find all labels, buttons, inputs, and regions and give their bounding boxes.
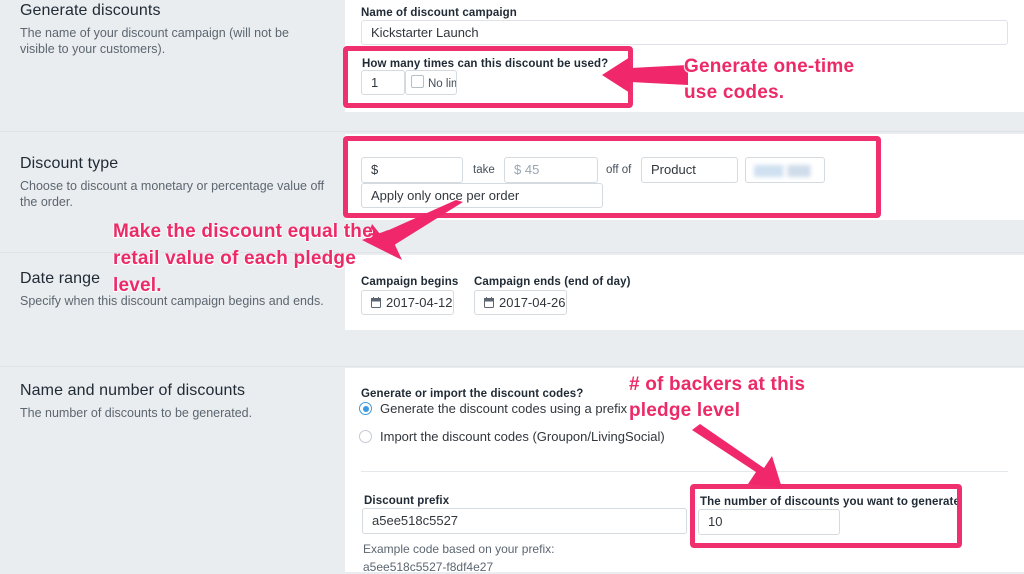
section-title: Date range (20, 270, 101, 287)
divider-3 (0, 366, 1024, 367)
radio-generate-codes[interactable] (359, 402, 372, 415)
discount-prefix-input[interactable]: a5ee518c5527 (362, 508, 687, 534)
section-header-discount-type: Discount type Choose to discount a monet… (20, 155, 350, 210)
campaign-ends-input[interactable]: 2017-04-26 (474, 290, 567, 315)
section-header-date-range: Date range Specify when this discount ca… (20, 270, 350, 309)
section-header-generate-discounts: Generate discounts The name of your disc… (20, 2, 330, 57)
campaign-begins-value: 2017-04-12 (386, 295, 453, 310)
annotation-one-time-codes: Generate one-time use codes. (684, 56, 855, 103)
section-description: The number of discounts to be generated. (20, 406, 253, 420)
campaign-begins-label-text: Campaign begins (361, 276, 459, 288)
highlight-box-usage-limit (343, 46, 633, 108)
section-title: Generate discounts (20, 2, 161, 19)
campaign-name-input[interactable]: Kickstarter Launch (361, 20, 1008, 45)
divider-codes (361, 471, 1008, 472)
screenshot-root: Generate discounts The name of your disc… (0, 0, 1024, 574)
section-title: Name and number of discounts (20, 382, 246, 399)
campaign-ends-value: 2017-04-26 (499, 295, 566, 310)
discount-prefix-label-text: Discount prefix (364, 495, 450, 507)
campaign-begins-label: Campaign begins (361, 273, 458, 288)
codes-question-label: Generate or import the discount codes? (361, 385, 583, 400)
campaign-ends-label: Campaign ends (end of day) (474, 273, 631, 288)
example-code-label: Example code based on your prefix: (363, 542, 555, 556)
annotation-backers-count: # of backers at this pledge level (629, 374, 806, 421)
section-header-name-and-number: Name and number of discounts The number … (20, 382, 350, 421)
radio-import-codes-label: Import the discount codes (Groupon/Livin… (380, 429, 665, 444)
campaign-name-label-text: Name of discount campaign (361, 7, 517, 19)
campaign-name-label: Name of discount campaign (361, 4, 517, 19)
section-title: Discount type (20, 155, 119, 172)
calendar-icon (484, 297, 494, 308)
divider-1 (0, 131, 1024, 132)
section-description: Specify when this discount campaign begi… (20, 294, 324, 308)
codes-question-label-text: Generate or import the discount codes? (361, 388, 584, 400)
radio-import-codes[interactable] (359, 430, 372, 443)
highlight-box-discount-type (343, 136, 881, 218)
radio-generate-codes-label: Generate the discount codes using a pref… (380, 401, 628, 416)
section-description: The name of your discount campaign (will… (20, 26, 289, 56)
campaign-ends-label-text: Campaign ends (end of day) (474, 276, 631, 288)
highlight-box-discount-count (690, 484, 962, 548)
campaign-begins-input[interactable]: 2017-04-12 (361, 290, 454, 315)
calendar-icon (371, 297, 381, 308)
discount-prefix-label: Discount prefix (364, 492, 449, 507)
section-description: Choose to discount a monetary or percent… (20, 179, 325, 209)
